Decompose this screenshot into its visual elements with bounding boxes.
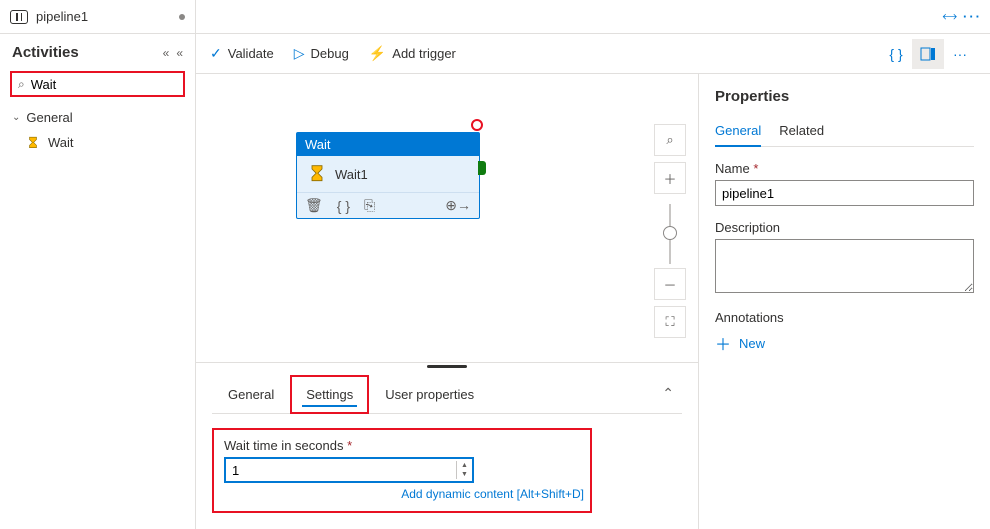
editor-tab-label: pipeline1	[36, 9, 88, 24]
tab-general[interactable]: General	[212, 375, 290, 414]
properties-toggle-icon[interactable]	[912, 39, 944, 69]
category-label: General	[26, 110, 72, 125]
expand-icon[interactable]: ⤢	[939, 7, 959, 27]
number-spinner[interactable]: ▲▼	[456, 461, 472, 479]
search-icon: ⌕	[12, 77, 31, 92]
activities-sidebar: pipeline1 Activities « « ⌕ ⌄ General Wai…	[0, 0, 196, 529]
name-label: Name *	[715, 161, 974, 176]
debug-button[interactable]: ▷ Debug	[294, 45, 349, 62]
properties-pane: Properties General Related Name * Descri…	[698, 74, 990, 529]
description-label: Description	[715, 220, 974, 235]
delete-icon[interactable]: 🗑	[305, 197, 323, 214]
pipeline-toolbar: ✓ Validate ▷ Debug ⚡ Add trigger { } ···	[196, 34, 990, 74]
add-trigger-label: Add trigger	[392, 46, 456, 61]
activity-item-label: Wait	[48, 135, 74, 150]
code-view-icon[interactable]: { }	[880, 39, 912, 69]
canvas-zoom-controls: ⌕ ＋ － ⛶	[654, 124, 686, 344]
collapse-all-icon[interactable]: «	[163, 46, 167, 60]
play-icon: ▷	[294, 45, 305, 62]
activities-search-input[interactable]	[31, 75, 207, 94]
zoom-out-button[interactable]: －	[654, 268, 686, 300]
wait-time-field[interactable]	[226, 461, 456, 480]
chevron-down-icon: ⌄	[12, 112, 20, 123]
activities-search[interactable]: ⌕	[10, 71, 185, 97]
spin-up-icon: ▲	[457, 461, 472, 470]
success-connector[interactable]	[478, 161, 486, 175]
wait-time-input[interactable]: ▲▼	[224, 457, 474, 483]
lightning-icon: ⚡	[369, 45, 386, 62]
category-general[interactable]: ⌄ General	[0, 105, 195, 130]
activity-item-wait[interactable]: Wait ⋮⋮	[0, 130, 195, 155]
node-type-label: Wait	[297, 133, 479, 156]
fit-screen-icon[interactable]: ⛶	[654, 306, 686, 338]
validate-label: Validate	[228, 46, 274, 61]
annotations-label: Annotations	[715, 310, 974, 325]
panel-resize-handle[interactable]	[427, 365, 467, 368]
pipeline-description-input[interactable]	[715, 239, 974, 293]
activity-settings-panel: General Settings User properties ⌃ Wait …	[196, 362, 698, 529]
hide-sidebar-icon[interactable]: «	[176, 46, 183, 60]
node-name: Wait1	[335, 167, 368, 182]
pipeline-icon	[10, 10, 28, 24]
add-annotation-label: New	[739, 336, 765, 351]
canvas-search-icon[interactable]: ⌕	[654, 124, 686, 156]
breakpoint-ring-icon[interactable]	[471, 119, 483, 131]
zoom-in-button[interactable]: ＋	[654, 162, 686, 194]
debug-label: Debug	[311, 46, 349, 61]
spin-down-icon: ▼	[457, 470, 472, 479]
tab-user-properties[interactable]: User properties	[369, 375, 490, 414]
toolbar-more-icon[interactable]: ···	[944, 39, 976, 69]
plus-icon: ＋	[715, 331, 731, 355]
check-icon: ✓	[210, 45, 222, 62]
clone-icon[interactable]: ⎘	[364, 197, 375, 214]
activities-title: Activities	[12, 44, 79, 61]
properties-tab-related[interactable]: Related	[779, 117, 824, 146]
zoom-thumb[interactable]	[663, 226, 677, 240]
add-dynamic-content-link[interactable]: Add dynamic content [Alt+Shift+D]	[224, 487, 584, 501]
properties-title: Properties	[715, 88, 974, 105]
pipeline-canvas[interactable]: Wait Wait1 🗑 { } ⎘ ⊕→	[196, 74, 698, 362]
editor-tab[interactable]: pipeline1	[0, 0, 195, 34]
collapse-panel-icon[interactable]: ⌃	[654, 377, 682, 410]
activity-node-wait[interactable]: Wait Wait1 🗑 { } ⎘ ⊕→	[296, 132, 480, 219]
validate-button[interactable]: ✓ Validate	[210, 45, 274, 62]
zoom-slider[interactable]	[669, 204, 671, 264]
node-code-icon[interactable]: { }	[337, 198, 350, 214]
unsaved-dot-icon	[179, 14, 185, 20]
properties-tab-general[interactable]: General	[715, 117, 761, 146]
add-trigger-button[interactable]: ⚡ Add trigger	[369, 45, 456, 62]
wait-time-label: Wait time in seconds *	[224, 438, 580, 453]
add-annotation-button[interactable]: ＋ New	[715, 331, 974, 355]
tab-settings[interactable]: Settings	[290, 375, 369, 414]
more-menu-icon[interactable]: ···	[963, 9, 982, 24]
output-arrow-icon[interactable]: ⊕→	[445, 197, 471, 214]
pipeline-name-input[interactable]	[715, 180, 974, 206]
hourglass-icon	[307, 164, 327, 184]
editor-topstrip: ⤢ ···	[196, 0, 990, 34]
hourglass-icon	[26, 136, 40, 150]
